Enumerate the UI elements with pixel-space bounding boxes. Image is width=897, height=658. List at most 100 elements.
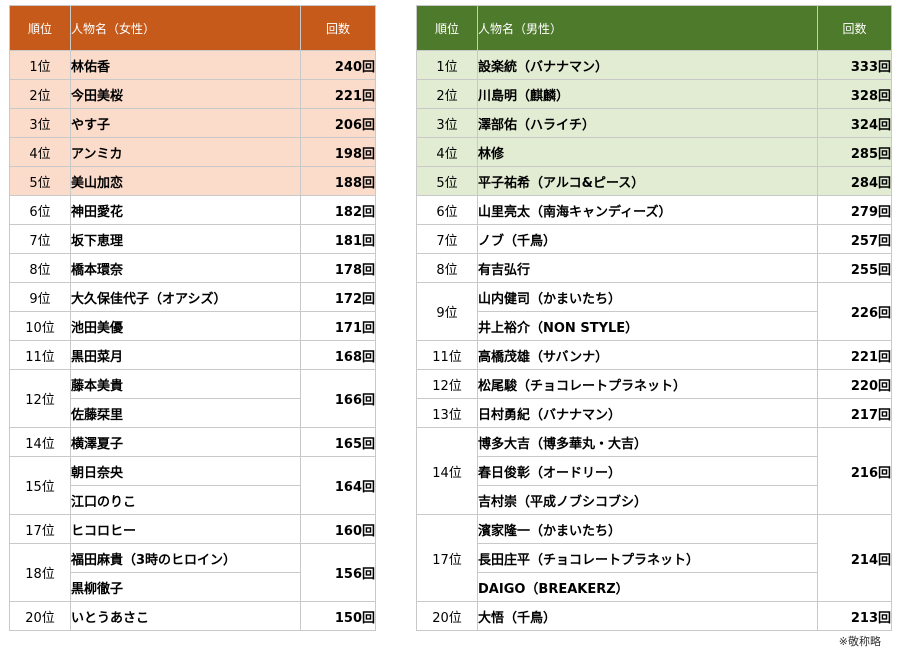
- rank-cell: 12位: [9, 369, 71, 428]
- table-row: 9位 山内健司（かまいたち） 226回: [416, 282, 892, 341]
- rank-cell: 4位: [416, 137, 478, 167]
- honorifics-note: ※敬称略: [838, 635, 881, 648]
- rank-cell: 14位: [416, 427, 478, 515]
- count-cell: 220回: [817, 369, 892, 399]
- count-cell: 171回: [300, 311, 376, 341]
- name-cell: 設楽統（バナナマン）: [477, 50, 818, 80]
- count-cell: 226回: [817, 282, 892, 341]
- rank-cell: 1位: [416, 50, 478, 80]
- table-row: 15位 朝日奈央 164回: [9, 456, 376, 515]
- count-cell: 221回: [300, 79, 376, 109]
- table-row: 1位 設楽統（バナナマン） 333回: [416, 50, 892, 80]
- table-row: 4位 林修 285回: [416, 137, 892, 167]
- header-count: 回数: [817, 5, 892, 51]
- header-count: 回数: [300, 5, 376, 51]
- count-cell: 160回: [300, 514, 376, 544]
- count-cell: 188回: [300, 166, 376, 196]
- name-cell: 山内健司（かまいたち）: [477, 282, 818, 312]
- name-cell: 春日俊彰（オードリー）: [477, 456, 818, 486]
- table-row: 14位 博多大吉（博多華丸・大吉） 216回: [416, 427, 892, 515]
- count-cell: 150回: [300, 601, 376, 631]
- count-cell: 217回: [817, 398, 892, 428]
- rank-cell: 12位: [416, 369, 478, 399]
- table-row: 2位 今田美桜 221回: [9, 79, 376, 109]
- table-row: 9位 大久保佳代子（オアシズ） 172回: [9, 282, 376, 312]
- table-row: 17位 ヒコロヒー 160回: [9, 514, 376, 544]
- count-cell: 166回: [300, 369, 376, 428]
- table-header-row: 順位 人物名（男性） 回数: [416, 5, 892, 51]
- rank-cell: 1位: [9, 50, 71, 80]
- header-rank: 順位: [416, 5, 478, 51]
- table-row: 5位 美山加恋 188回: [9, 166, 376, 196]
- count-cell: 285回: [817, 137, 892, 167]
- count-cell: 284回: [817, 166, 892, 196]
- name-cell: アンミカ: [70, 137, 301, 167]
- rank-cell: 3位: [9, 108, 71, 138]
- table-row: 14位 横澤夏子 165回: [9, 427, 376, 457]
- name-cell: 坂下恵理: [70, 224, 301, 254]
- name-cell: 黒田菜月: [70, 340, 301, 370]
- table-row: 6位 神田愛花 182回: [9, 195, 376, 225]
- count-cell: 257回: [817, 224, 892, 254]
- rank-cell: 18位: [9, 543, 71, 602]
- table-row: 20位 大悟（千鳥） 213回: [416, 601, 892, 631]
- table-row: 13位 日村勇紀（バナナマン） 217回: [416, 398, 892, 428]
- table-row: 12位 松尾駿（チョコレートプラネット） 220回: [416, 369, 892, 399]
- rank-cell: 14位: [9, 427, 71, 457]
- name-cell: 長田庄平（チョコレートプラネット）: [477, 543, 818, 573]
- rank-cell: 2位: [9, 79, 71, 109]
- name-cell: 松尾駿（チョコレートプラネット）: [477, 369, 818, 399]
- name-cell: 橋本環奈: [70, 253, 301, 283]
- rank-cell: 15位: [9, 456, 71, 515]
- count-cell: 214回: [817, 514, 892, 602]
- table-row: 7位 坂下恵理 181回: [9, 224, 376, 254]
- name-cell: 林佑香: [70, 50, 301, 80]
- name-cell: 井上裕介（NON STYLE）: [477, 311, 818, 341]
- name-cell: 朝日奈央: [70, 456, 301, 486]
- rank-cell: 2位: [416, 79, 478, 109]
- name-cell: 黒柳徹子: [70, 572, 301, 602]
- rank-cell: 4位: [9, 137, 71, 167]
- name-cell: 吉村崇（平成ノブシコブシ）: [477, 485, 818, 515]
- rank-cell: 7位: [9, 224, 71, 254]
- name-cell: 川島明（麒麟）: [477, 79, 818, 109]
- men-ranking-table: 順位 人物名（男性） 回数 1位 設楽統（バナナマン） 333回 2位 川島明（麒麟） 3…: [416, 5, 892, 631]
- count-cell: 240回: [300, 50, 376, 80]
- rank-cell: 11位: [9, 340, 71, 370]
- count-cell: 198回: [300, 137, 376, 167]
- name-cell: ノブ（千鳥）: [477, 224, 818, 254]
- header-name: 人物名（女性）: [70, 5, 301, 51]
- rank-cell: 9位: [9, 282, 71, 312]
- table-row: 10位 池田美優 171回: [9, 311, 376, 341]
- name-cell: 林修: [477, 137, 818, 167]
- name-cell: 澤部佑（ハライチ）: [477, 108, 818, 138]
- header-name: 人物名（男性）: [477, 5, 818, 51]
- count-cell: 216回: [817, 427, 892, 515]
- rank-cell: 6位: [416, 195, 478, 225]
- count-cell: 164回: [300, 456, 376, 515]
- count-cell: 156回: [300, 543, 376, 602]
- name-cell: 高橋茂雄（サバンナ）: [477, 340, 818, 370]
- women-ranking-table: 順位 人物名（女性） 回数 1位 林佑香 240回 2位 今田美桜 221回 3位 やす子 20…: [9, 5, 376, 631]
- table-row: 18位 福田麻貴（3時のヒロイン） 156回: [9, 543, 376, 602]
- rank-cell: 6位: [9, 195, 71, 225]
- rank-cell: 7位: [416, 224, 478, 254]
- name-cell: いとうあさこ: [70, 601, 301, 631]
- name-cell: 福田麻貴（3時のヒロイン）: [70, 543, 301, 573]
- name-cell: ヒコロヒー: [70, 514, 301, 544]
- count-cell: 181回: [300, 224, 376, 254]
- table-row: 5位 平子祐希（アルコ&ピース） 284回: [416, 166, 892, 196]
- count-cell: 328回: [817, 79, 892, 109]
- name-cell: 山里亮太（南海キャンディーズ）: [477, 195, 818, 225]
- rank-cell: 5位: [416, 166, 478, 196]
- header-rank: 順位: [9, 5, 71, 51]
- count-cell: 182回: [300, 195, 376, 225]
- name-cell: 有吉弘行: [477, 253, 818, 283]
- name-cell: 大悟（千鳥）: [477, 601, 818, 631]
- table-row: 6位 山里亮太（南海キャンディーズ） 279回: [416, 195, 892, 225]
- name-cell: 江口のりこ: [70, 485, 301, 515]
- name-cell: 日村勇紀（バナナマン）: [477, 398, 818, 428]
- name-cell: 濱家隆一（かまいたち）: [477, 514, 818, 544]
- women-table-body: 1位 林佑香 240回 2位 今田美桜 221回 3位 やす子 206回 4位 アンミカ 198回 5位…: [9, 50, 376, 631]
- name-cell: 横澤夏子: [70, 427, 301, 457]
